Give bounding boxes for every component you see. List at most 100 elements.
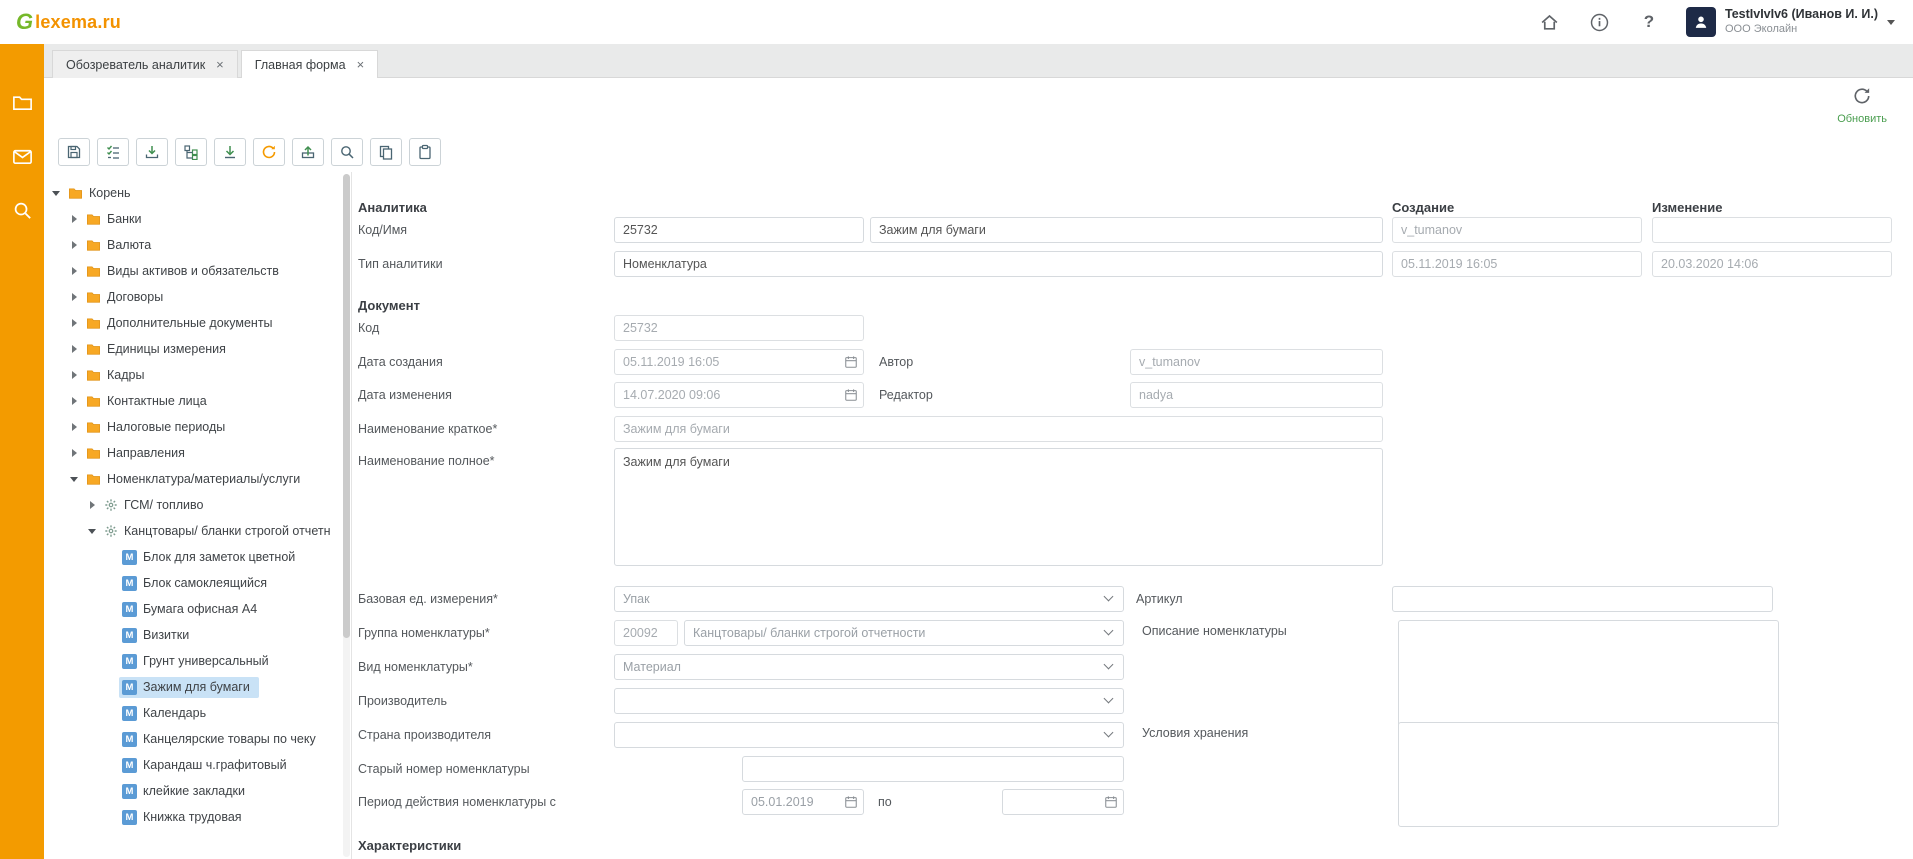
refresh-button[interactable]: Обновить: [1837, 85, 1887, 125]
tree-item-18[interactable]: MГрунт универсальный: [44, 648, 351, 674]
tab-analytics-explorer[interactable]: Обозреватель аналитик ×: [52, 50, 238, 78]
label-old-number: Старый номер номенклатуры: [358, 762, 614, 776]
tree-item-1[interactable]: Банки: [44, 206, 351, 232]
tree-item-label: Грунт универсальный: [143, 654, 269, 668]
tab-label: Главная форма: [255, 58, 346, 72]
tree-item-6[interactable]: Единицы измерения: [44, 336, 351, 362]
chevron-right-icon[interactable]: [88, 500, 99, 511]
tree-item-3[interactable]: Виды активов и обязательств: [44, 258, 351, 284]
description-textarea[interactable]: [1398, 620, 1779, 728]
calendar-icon[interactable]: [844, 388, 858, 402]
folder-icon: [86, 264, 101, 279]
chevron-right-icon[interactable]: [70, 422, 81, 433]
toolbar-save-list-button[interactable]: [97, 138, 129, 166]
created-at-field: [1392, 251, 1642, 277]
old-number-input[interactable]: [742, 756, 1124, 782]
chevron-down-icon[interactable]: [52, 188, 63, 199]
close-icon[interactable]: ×: [357, 58, 365, 71]
country-select[interactable]: [614, 722, 1124, 748]
article-input[interactable]: [1392, 586, 1773, 612]
tree-item-11[interactable]: Номенклатура/материалы/услуги: [44, 466, 351, 492]
chevron-right-icon[interactable]: [70, 240, 81, 251]
chevron-right-icon[interactable]: [70, 292, 81, 303]
tree-item-10[interactable]: Направления: [44, 440, 351, 466]
label-group: Группа номенклатуры*: [358, 626, 614, 640]
tree-item-13[interactable]: Канцтовары/ бланки строгой отчетн: [44, 518, 351, 544]
chevron-down-icon[interactable]: [88, 526, 99, 537]
chevron-right-icon[interactable]: [70, 214, 81, 225]
info-icon[interactable]: [1586, 9, 1612, 35]
close-icon[interactable]: ×: [216, 58, 224, 71]
toolbar-tree-button[interactable]: [175, 138, 207, 166]
full-name-textarea[interactable]: Зажим для бумаги: [614, 448, 1383, 566]
label-creation-date: Дата создания: [358, 355, 614, 369]
toolbar-export-up-button[interactable]: [292, 138, 324, 166]
chevron-down-icon[interactable]: [70, 474, 81, 485]
section-characteristics: Характеристики: [358, 838, 461, 853]
tree-item-17[interactable]: MВизитки: [44, 622, 351, 648]
tree-item-8[interactable]: Контактные лица: [44, 388, 351, 414]
help-icon[interactable]: ?: [1636, 9, 1662, 35]
tree-scrollbar[interactable]: [343, 174, 350, 857]
tree-item-20[interactable]: MКалендарь: [44, 700, 351, 726]
logo[interactable]: G lexema.ru: [16, 11, 121, 33]
toolbar-import-down-button[interactable]: [136, 138, 168, 166]
save-list-icon: [105, 144, 121, 160]
tree-item-22[interactable]: MКарандаш ч.графитовый: [44, 752, 351, 778]
tree-item-label: Зажим для бумаги: [143, 680, 250, 694]
tree-item-9[interactable]: Налоговые периоды: [44, 414, 351, 440]
col-modified-header: Изменение: [1652, 200, 1722, 215]
tree-item-0[interactable]: Корень: [44, 180, 351, 206]
toolbar-copy-button[interactable]: [370, 138, 402, 166]
tree-item-15[interactable]: MБлок самоклеящийся: [44, 570, 351, 596]
toolbar-search-button[interactable]: [331, 138, 363, 166]
doc-code-field: [614, 315, 864, 341]
tree-item-label: Карандаш ч.графитовый: [143, 758, 287, 772]
folder-nav-icon[interactable]: [10, 90, 34, 114]
tree-item-24[interactable]: MКнижка трудовая: [44, 804, 351, 830]
refresh-label: Обновить: [1837, 113, 1887, 125]
tab-label: Обозреватель аналитик: [66, 58, 205, 72]
kind-select[interactable]: Материал: [614, 654, 1124, 680]
user-menu[interactable]: TestIvIvIv6 (Иванов И. И.) ООО Эколайн: [1686, 7, 1895, 37]
chevron-right-icon[interactable]: [70, 344, 81, 355]
mail-icon[interactable]: [10, 144, 34, 168]
tree-item-2[interactable]: Валюта: [44, 232, 351, 258]
analytics-type-input[interactable]: [614, 251, 1383, 277]
toolbar-refresh-button[interactable]: [253, 138, 285, 166]
calendar-icon[interactable]: [1104, 795, 1118, 809]
name-input[interactable]: [870, 217, 1383, 243]
search-icon[interactable]: [10, 198, 34, 222]
tree-item-4[interactable]: Договоры: [44, 284, 351, 310]
material-doc-icon: M: [122, 550, 137, 565]
toolbar-save-button[interactable]: [58, 138, 90, 166]
tree-item-16[interactable]: MБумага офисная А4: [44, 596, 351, 622]
chevron-right-icon[interactable]: [70, 266, 81, 277]
section-analytics: Аналитика: [358, 200, 1392, 215]
manufacturer-select[interactable]: [614, 688, 1124, 714]
chevron-right-icon[interactable]: [70, 370, 81, 381]
tree-item-23[interactable]: Mклейкие закладки: [44, 778, 351, 804]
calendar-icon[interactable]: [844, 795, 858, 809]
scrollbar-thumb[interactable]: [343, 174, 350, 638]
toolbar-download-button[interactable]: [214, 138, 246, 166]
chevron-right-icon[interactable]: [70, 396, 81, 407]
chevron-right-icon[interactable]: [70, 318, 81, 329]
calendar-icon[interactable]: [844, 355, 858, 369]
tree-item-14[interactable]: MБлок для заметок цветной: [44, 544, 351, 570]
group-select[interactable]: Канцтовары/ бланки строгой отчетности: [684, 620, 1124, 646]
base-unit-select[interactable]: Упак: [614, 586, 1124, 612]
storage-conditions-textarea[interactable]: [1398, 722, 1779, 827]
tree-item-5[interactable]: Дополнительные документы: [44, 310, 351, 336]
tree-item-label: ГСМ/ топливо: [124, 498, 204, 512]
chevron-right-icon[interactable]: [70, 448, 81, 459]
tree-item-7[interactable]: Кадры: [44, 362, 351, 388]
tab-main-form[interactable]: Главная форма ×: [241, 50, 378, 78]
tree-item-12[interactable]: ГСМ/ топливо: [44, 492, 351, 518]
tree-item-21[interactable]: MКанцелярские товары по чеку: [44, 726, 351, 752]
code-input[interactable]: [614, 217, 864, 243]
tree-item-19[interactable]: MЗажим для бумаги: [44, 674, 351, 700]
toolbar-paste-button[interactable]: [409, 138, 441, 166]
row-short-name: Наименование краткое*: [358, 415, 1903, 442]
home-icon[interactable]: [1536, 9, 1562, 35]
